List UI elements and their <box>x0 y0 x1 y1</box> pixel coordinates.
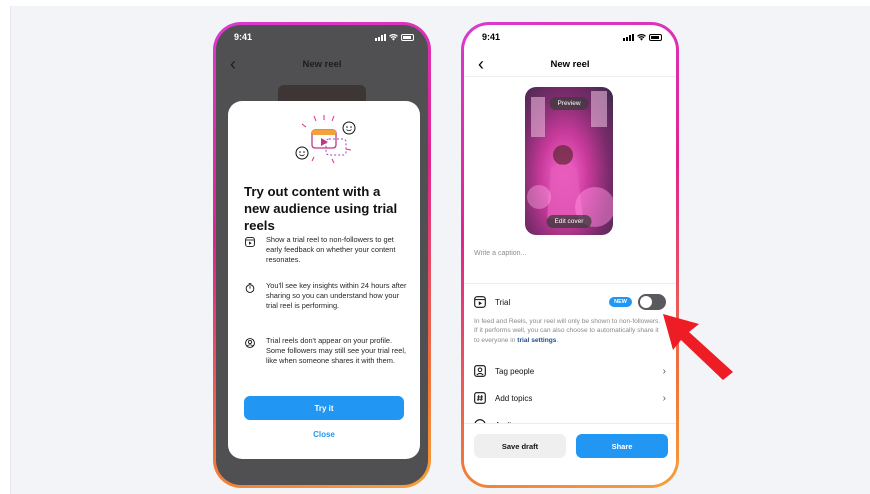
signal-icon <box>375 33 386 41</box>
try-it-button[interactable]: Try it <box>244 396 404 420</box>
trial-description: In feed and Reels, your reel will only b… <box>474 317 662 345</box>
phone-new-reel-settings: 9:41 ‹ New reel Preview Edit cover Write… <box>461 22 679 488</box>
status-bar: 9:41 <box>216 25 428 49</box>
feature-item: Show a trial reel to non-followers to ge… <box>244 235 408 266</box>
caption-input[interactable]: Write a caption... <box>474 250 526 257</box>
status-time: 9:41 <box>234 32 253 42</box>
profile-icon <box>245 338 255 348</box>
nav-title: New reel <box>302 58 342 70</box>
nav-bar: ‹ New reel <box>216 53 428 75</box>
reel-icon <box>474 296 486 308</box>
trial-description-end: . <box>556 336 559 344</box>
status-icons <box>623 33 662 41</box>
add-topics-label: Add topics <box>495 393 533 403</box>
status-bar: 9:41 <box>464 25 676 49</box>
status-time: 9:41 <box>482 32 501 42</box>
nav-title: New reel <box>550 59 590 70</box>
battery-icon <box>649 33 662 41</box>
edit-cover-button[interactable]: Edit cover <box>546 215 592 228</box>
wifi-icon <box>389 33 398 41</box>
close-link[interactable]: Close <box>228 430 420 439</box>
feature-item: You'll see key insights within 24 hours … <box>244 281 408 312</box>
back-arrow-icon[interactable]: ‹ <box>230 55 236 73</box>
divider <box>464 283 676 284</box>
reel-cover-preview[interactable]: Preview Edit cover <box>525 87 613 235</box>
trial-toggle[interactable] <box>638 294 666 310</box>
feature-text: You'll see key insights within 24 hours … <box>266 281 407 311</box>
new-badge: NEW <box>609 297 632 307</box>
trial-settings-link[interactable]: trial settings <box>517 337 556 344</box>
trial-description-text: In feed and Reels, your reel will only b… <box>474 318 661 344</box>
tag-people-row[interactable]: Tag people › <box>474 361 666 381</box>
tag-people-label: Tag people <box>495 366 535 376</box>
feature-text: Show a trial reel to non-followers to ge… <box>266 235 396 265</box>
trial-row[interactable]: Trial NEW <box>474 292 666 312</box>
bottom-action-bar: Save draft Share <box>464 423 676 485</box>
share-button[interactable]: Share <box>576 434 668 458</box>
nav-bar: ‹ New reel <box>464 53 676 77</box>
status-icons <box>375 33 414 41</box>
feature-item: Trial reels don't appear on your profile… <box>244 336 408 367</box>
trial-reels-modal: Try out content with a new audience usin… <box>228 101 420 459</box>
back-arrow-icon[interactable]: ‹ <box>478 55 484 73</box>
add-topics-row[interactable]: Add topics › <box>474 388 666 408</box>
chevron-right-icon: › <box>662 392 666 404</box>
phone-trial-reels-intro: 9:41 ‹ New reel Try out content with a n… <box>213 22 431 488</box>
tag-people-icon <box>474 365 486 377</box>
trial-reels-illustration-icon <box>295 115 356 164</box>
red-pointer-arrow-icon <box>663 314 733 380</box>
modal-title: Try out content with a new audience usin… <box>244 184 398 233</box>
battery-icon <box>401 33 414 41</box>
hashtag-icon <box>474 392 486 404</box>
reel-icon <box>245 237 255 247</box>
signal-icon <box>623 33 634 41</box>
feature-text: Trial reels don't appear on your profile… <box>266 336 407 366</box>
timer-icon <box>245 283 255 293</box>
phone-screen: 9:41 ‹ New reel <box>464 25 676 485</box>
page-background: 9:41 ‹ New reel Try out content with a n… <box>10 6 870 494</box>
save-draft-button[interactable]: Save draft <box>474 434 566 458</box>
preview-button[interactable]: Preview <box>549 97 589 110</box>
wifi-icon <box>637 33 646 41</box>
toggle-knob <box>640 296 652 308</box>
phone-screen: 9:41 ‹ New reel <box>216 25 428 485</box>
trial-label: Trial <box>495 297 511 307</box>
